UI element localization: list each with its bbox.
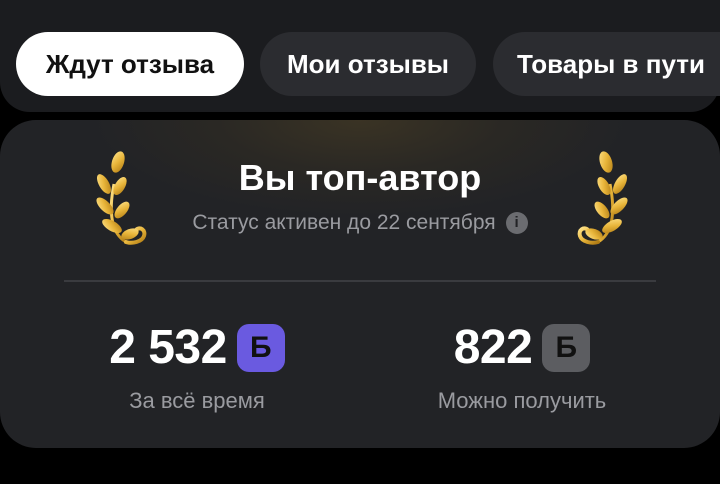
tab-label: Мои отзывы: [286, 49, 450, 79]
status-text: Статус активен до 22 сентября: [192, 211, 496, 234]
stat-caption: За всё время: [129, 388, 265, 413]
tab-goods-in-transit[interactable]: Товары в пути: [493, 32, 720, 96]
info-icon[interactable]: i: [505, 212, 528, 234]
tab-label: Ждут отзыва: [45, 49, 215, 79]
stat-value: 822: [453, 321, 533, 374]
tab-my-reviews[interactable]: Мои отзывы: [260, 32, 476, 96]
top-author-card: Вы топ-автор Статус активен до 22 сентяб…: [0, 120, 720, 448]
divider: [64, 280, 656, 282]
top-area: Ждут отзыва Мои отзывы Товары в пути: [0, 0, 720, 112]
status-line: Статус активен до 22 сентября i: [158, 208, 562, 238]
stat-caption: Можно получить: [437, 388, 607, 413]
laurel-left-icon: [96, 151, 147, 245]
stat-all-time: 2 532 Б За всё время: [47, 320, 347, 416]
tab-awaiting-review[interactable]: Ждут отзыва: [16, 32, 244, 96]
tab-bar: Ждут отзыва Мои отзывы Товары в пути: [0, 32, 720, 96]
currency-badge: Б: [542, 324, 591, 372]
tab-label: Товары в пути: [517, 49, 705, 79]
stat-value: 2 532: [109, 321, 227, 374]
stat-available: 822 Б Можно получить: [372, 320, 672, 416]
card-title: Вы топ-автор: [238, 157, 482, 198]
currency-badge: Б: [236, 324, 285, 372]
laurel-right-icon: [577, 151, 628, 245]
